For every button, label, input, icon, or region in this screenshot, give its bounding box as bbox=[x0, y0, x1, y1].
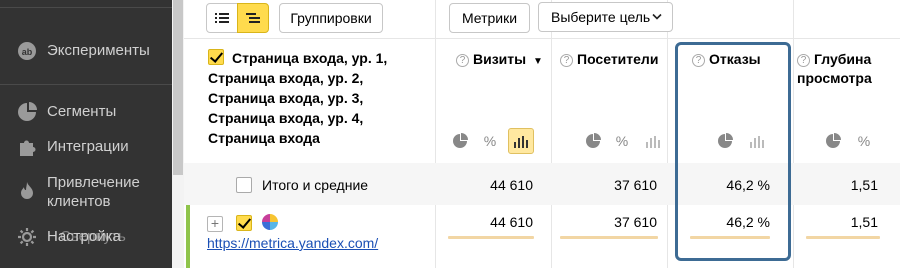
column-label: Визиты bbox=[473, 51, 527, 67]
column-divider bbox=[435, 0, 436, 268]
collapse-sidebar-label[interactable]: Свернуть bbox=[60, 227, 126, 246]
column-header-visitors[interactable]: ? Посетители bbox=[560, 50, 658, 69]
row-depth: 1,51 bbox=[850, 214, 878, 230]
pie-mode-button[interactable] bbox=[447, 128, 473, 154]
bar-mode-button[interactable] bbox=[508, 128, 534, 154]
sidebar-separator bbox=[0, 84, 172, 85]
sidebar-item-acquisition[interactable]: Привлечение клиентов bbox=[0, 172, 172, 212]
totals-label: Итого и средние bbox=[262, 177, 369, 193]
visits-share-bar bbox=[448, 236, 534, 239]
help-icon[interactable]: ? bbox=[797, 54, 810, 67]
row-color-marker bbox=[186, 205, 190, 268]
percent-icon: % bbox=[483, 133, 497, 149]
sidebar-item-label: Привлечение клиентов bbox=[47, 174, 140, 210]
totals-visitors: 37 610 bbox=[614, 177, 657, 193]
scrollbar-thumb[interactable] bbox=[173, 0, 183, 175]
pie-mode-button[interactable] bbox=[580, 128, 606, 154]
metrics-button[interactable]: Метрики bbox=[449, 3, 530, 33]
list-icon bbox=[215, 13, 229, 23]
view-list-toggle[interactable] bbox=[206, 3, 238, 33]
percent-icon: % bbox=[857, 133, 871, 149]
row-url-link[interactable]: https://metrica.yandex.com/ bbox=[207, 235, 378, 251]
bar-chart-icon bbox=[646, 136, 660, 148]
dimension-header: Страница входа, ур. 1, Страница входа, у… bbox=[208, 50, 388, 146]
view-tree-toggle[interactable] bbox=[237, 3, 269, 33]
help-icon[interactable]: ? bbox=[560, 54, 573, 67]
help-icon[interactable]: ? bbox=[456, 54, 469, 67]
sidebar: ab Эксперименты Сегменты Интеграции Прив… bbox=[0, 0, 172, 268]
sidebar-item-label: Сегменты bbox=[47, 103, 117, 120]
header-divider bbox=[184, 38, 900, 39]
bar-mode-button[interactable] bbox=[640, 128, 666, 154]
depth-share-bar bbox=[806, 236, 880, 239]
percent-mode-button[interactable]: % bbox=[477, 128, 503, 154]
column-header-visits[interactable]: ? Визиты ▼ bbox=[456, 50, 543, 71]
puzzle-icon bbox=[16, 136, 38, 158]
pie-chart-icon bbox=[453, 133, 468, 148]
goal-select-label: Выберите цель bbox=[551, 9, 651, 25]
ab-test-icon: ab bbox=[16, 40, 38, 62]
visitors-share-bar bbox=[560, 236, 658, 239]
sidebar-separator bbox=[0, 7, 172, 8]
column-label: Посетители bbox=[577, 51, 659, 67]
percent-icon: % bbox=[615, 133, 629, 149]
totals-checkbox[interactable] bbox=[236, 177, 252, 193]
bounces-column-highlight bbox=[675, 42, 791, 261]
chevron-down-icon bbox=[652, 13, 662, 20]
sidebar-item-settings[interactable]: Настройка Свернуть bbox=[0, 226, 172, 248]
gear-icon bbox=[16, 226, 38, 248]
column-divider bbox=[793, 0, 794, 268]
row-visitors: 37 610 bbox=[614, 214, 657, 230]
flame-icon bbox=[16, 180, 38, 202]
expand-row-button[interactable]: + bbox=[207, 216, 223, 232]
column-header-depth[interactable]: ? Глубина просмотра bbox=[797, 50, 897, 88]
tree-icon bbox=[246, 13, 260, 23]
totals-visits: 44 610 bbox=[490, 177, 533, 193]
column-divider bbox=[667, 0, 668, 268]
sidebar-item-label: Эксперименты bbox=[47, 42, 150, 59]
pie-chart-icon bbox=[16, 101, 38, 123]
sidebar-item-label: Интеграции bbox=[47, 138, 129, 155]
totals-depth: 1,51 bbox=[850, 177, 878, 193]
percent-mode-button[interactable]: % bbox=[609, 128, 635, 154]
pie-mode-button[interactable] bbox=[820, 128, 846, 154]
goal-select[interactable]: Выберите цель bbox=[538, 2, 673, 32]
pie-chart-icon bbox=[826, 133, 841, 148]
percent-mode-button[interactable]: % bbox=[851, 128, 877, 154]
sidebar-item-integrations[interactable]: Интеграции bbox=[0, 136, 172, 158]
groupings-button[interactable]: Группировки bbox=[279, 3, 383, 33]
bar-chart-icon bbox=[514, 136, 528, 148]
sort-desc-icon[interactable]: ▼ bbox=[533, 56, 543, 67]
row-checkbox[interactable] bbox=[236, 215, 252, 231]
svg-text:ab: ab bbox=[22, 47, 33, 57]
pie-chart-icon bbox=[586, 133, 601, 148]
row-visits: 44 610 bbox=[490, 214, 533, 230]
sidebar-item-segments[interactable]: Сегменты bbox=[0, 101, 172, 123]
sidebar-item-experiments[interactable]: ab Эксперименты bbox=[0, 40, 172, 62]
column-divider bbox=[551, 0, 552, 268]
color-wheel-icon bbox=[262, 214, 278, 230]
